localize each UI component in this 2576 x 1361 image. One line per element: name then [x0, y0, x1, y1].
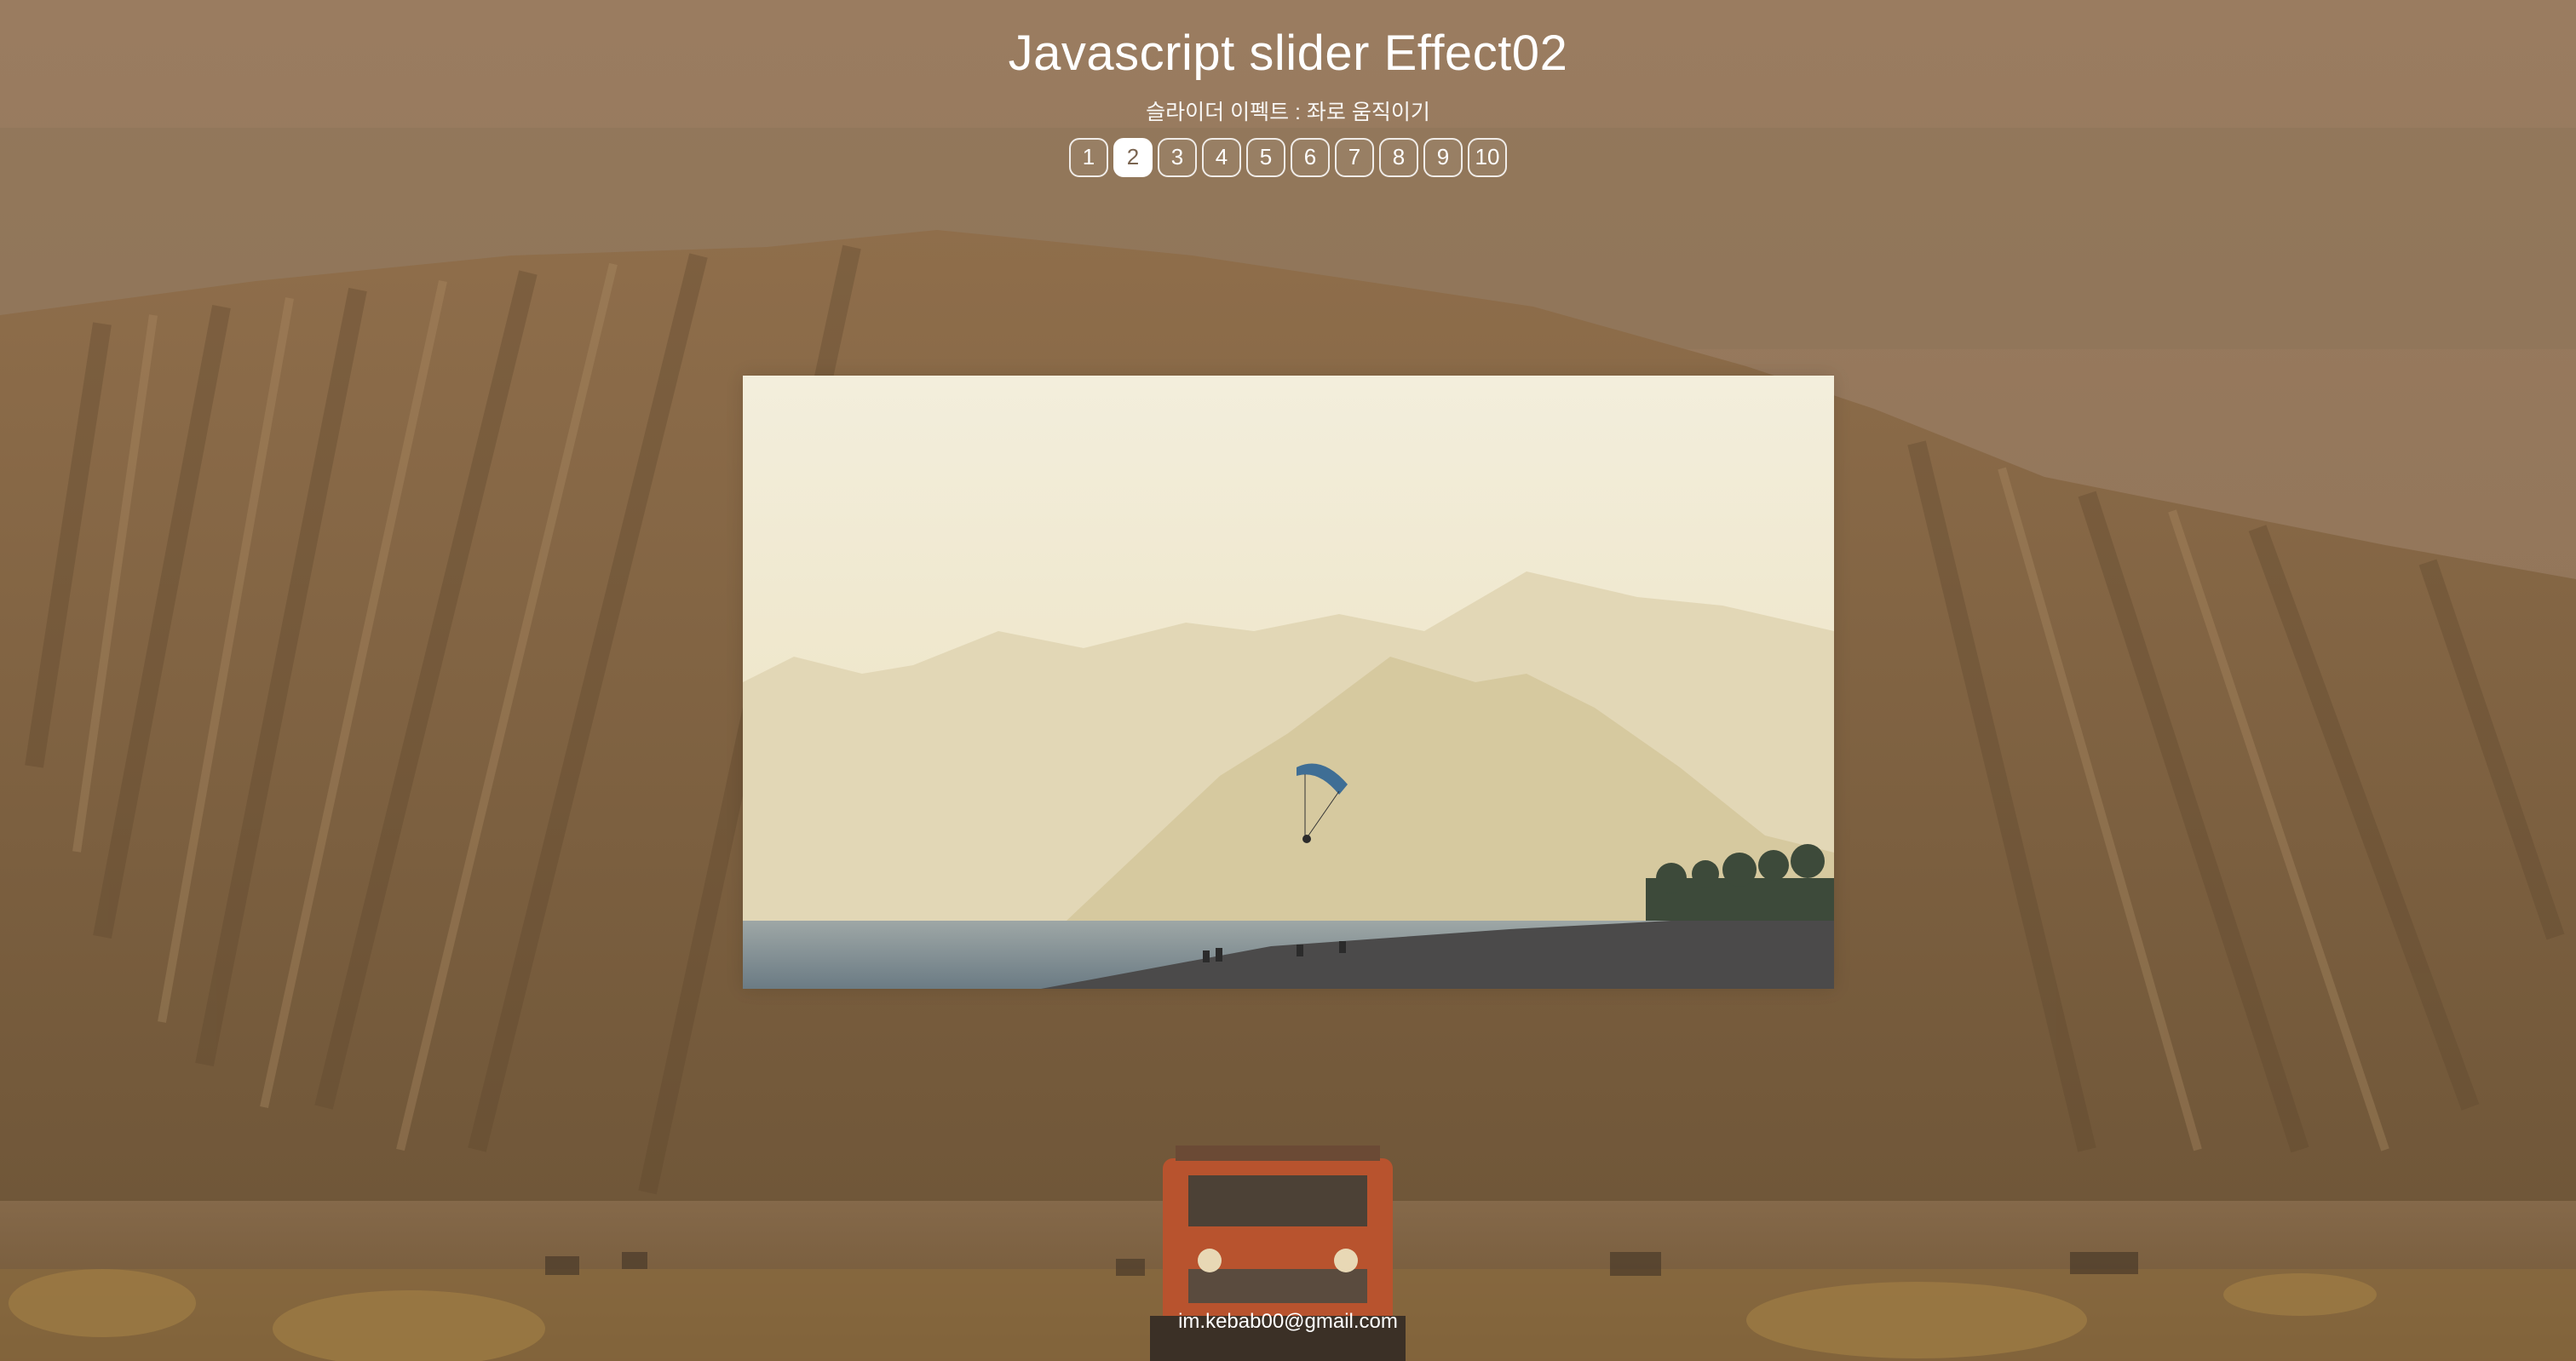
page-title: Javascript slider Effect02 — [1008, 26, 1568, 81]
page-button-6[interactable]: 6 — [1291, 137, 1330, 177]
page-button-5[interactable]: 5 — [1246, 137, 1285, 177]
page-button-9[interactable]: 9 — [1423, 137, 1463, 177]
page-button-10[interactable]: 10 — [1468, 137, 1507, 177]
page-button-1[interactable]: 1 — [1069, 137, 1108, 177]
page-button-2[interactable]: 2 — [1113, 137, 1153, 177]
slider-pagination: 1 2 3 4 5 6 7 8 9 10 — [0, 137, 2576, 177]
slide-image — [743, 376, 1834, 989]
page-button-8[interactable]: 8 — [1379, 137, 1418, 177]
page-button-3[interactable]: 3 — [1158, 137, 1197, 177]
footer-email[interactable]: im.kebab00@gmail.com — [0, 1310, 2576, 1334]
slider-viewport[interactable] — [743, 376, 1834, 989]
page-subtitle: 슬라이더 이펙트 : 좌로 움직이기 — [1146, 100, 1430, 124]
page-button-7[interactable]: 7 — [1335, 137, 1374, 177]
page-button-4[interactable]: 4 — [1202, 137, 1241, 177]
page-header: Javascript slider Effect02 슬라이더 이펙트 : 좌로… — [0, 24, 2576, 177]
